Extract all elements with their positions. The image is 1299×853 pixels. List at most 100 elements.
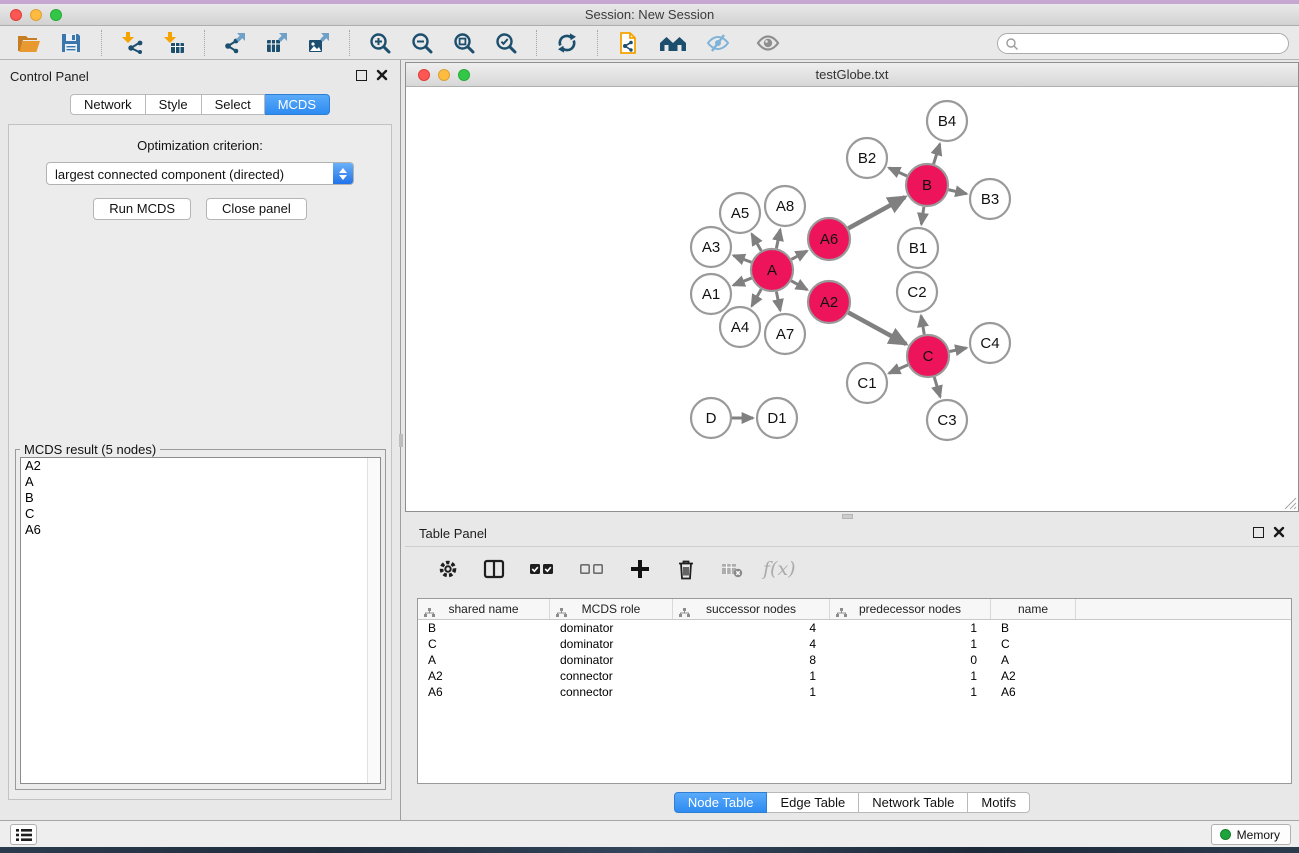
graph-edge-A6-B[interactable] <box>848 197 905 228</box>
graph-node-B1[interactable]: B1 <box>898 228 938 268</box>
graph-node-A2[interactable]: A2 <box>808 281 850 323</box>
hide-graphics-details-icon[interactable] <box>703 29 733 57</box>
graph-edge-C-C1[interactable] <box>889 365 908 373</box>
add-column-icon[interactable] <box>625 555 655 583</box>
unselect-all-icon[interactable] <box>575 555 609 583</box>
table-row[interactable]: Adominator80A <box>418 652 1291 668</box>
graph-edge-A2-C[interactable] <box>848 313 906 344</box>
zoom-selected-icon[interactable] <box>491 29 521 57</box>
graph-node-B3[interactable]: B3 <box>970 179 1010 219</box>
criterion-dropdown[interactable]: largest connected component (directed) <box>46 162 354 185</box>
graph-node-B2[interactable]: B2 <box>847 138 887 178</box>
network-graph[interactable]: AA1A2A3A4A5A6A7A8BB1B2B3B4CC1C2C3C4DD1 <box>406 88 1298 511</box>
graph-node-A[interactable]: A <box>751 249 793 291</box>
result-scrollbar[interactable] <box>367 458 380 783</box>
graph-edge-A-A3[interactable] <box>733 255 751 262</box>
graph-edge-B-B3[interactable] <box>948 190 966 194</box>
close-table-panel-icon[interactable] <box>1273 526 1285 538</box>
save-session-icon[interactable] <box>56 29 86 57</box>
graph-node-D[interactable]: D <box>691 398 731 438</box>
close-panel-button[interactable]: Close panel <box>206 198 307 220</box>
graph-node-A5[interactable]: A5 <box>720 193 760 233</box>
mcds-result-item[interactable]: A6 <box>21 522 380 538</box>
function-builder-icon[interactable]: f(x) <box>763 558 796 580</box>
column-header-name[interactable]: name <box>991 599 1076 619</box>
graph-edge-A-A5[interactable] <box>752 234 761 251</box>
mcds-result-item[interactable]: C <box>21 506 380 522</box>
search-input[interactable] <box>1023 36 1288 52</box>
table-row[interactable]: A2connector11A2 <box>418 668 1291 684</box>
graph-edge-A-A2[interactable] <box>791 281 807 290</box>
mcds-result-item[interactable]: A2 <box>21 458 380 474</box>
horizontal-divider-handle[interactable] <box>842 514 853 519</box>
export-image-icon[interactable] <box>304 29 334 57</box>
refresh-icon[interactable] <box>552 29 582 57</box>
node-table[interactable]: shared nameMCDS rolesuccessor nodesprede… <box>417 598 1292 784</box>
resize-grip-icon[interactable] <box>1284 497 1297 510</box>
delete-table-icon[interactable] <box>717 555 747 583</box>
export-network-icon[interactable] <box>220 29 250 57</box>
import-network-icon[interactable] <box>117 29 147 57</box>
table-tab-motifs[interactable]: Motifs <box>968 792 1030 813</box>
vertical-divider-handle[interactable] <box>399 434 403 447</box>
zoom-out-icon[interactable] <box>407 29 437 57</box>
graph-edge-A-A1[interactable] <box>733 278 751 285</box>
table-tab-node-table[interactable]: Node Table <box>674 792 768 813</box>
table-tab-edge-table[interactable]: Edge Table <box>767 792 859 813</box>
graph-edge-A-A7[interactable] <box>776 292 780 311</box>
settings-gear-icon[interactable] <box>433 555 463 583</box>
tab-mcds[interactable]: MCDS <box>265 94 330 115</box>
search-box[interactable] <box>997 33 1289 54</box>
graph-node-C1[interactable]: C1 <box>847 363 887 403</box>
graph-node-C2[interactable]: C2 <box>897 272 937 312</box>
graph-node-D1[interactable]: D1 <box>757 398 797 438</box>
float-panel-icon[interactable] <box>356 70 367 81</box>
graph-node-C[interactable]: C <box>907 335 949 377</box>
column-header-MCDS-role[interactable]: MCDS role <box>550 599 673 619</box>
zoom-fit-icon[interactable] <box>449 29 479 57</box>
graph-edge-C-C2[interactable] <box>921 316 924 335</box>
mcds-result-item[interactable]: A <box>21 474 380 490</box>
tab-style[interactable]: Style <box>146 94 202 115</box>
tab-select[interactable]: Select <box>202 94 265 115</box>
delete-columns-icon[interactable] <box>671 555 701 583</box>
table-row[interactable]: Bdominator41B <box>418 620 1291 636</box>
mcds-result-item[interactable]: B <box>21 490 380 506</box>
graph-edge-B-B1[interactable] <box>921 207 923 224</box>
show-columns-icon[interactable] <box>479 555 509 583</box>
graph-node-A3[interactable]: A3 <box>691 227 731 267</box>
table-row[interactable]: Cdominator41C <box>418 636 1291 652</box>
graph-node-B4[interactable]: B4 <box>927 101 967 141</box>
network-window-titlebar[interactable]: testGlobe.txt <box>406 63 1298 87</box>
column-header-predecessor-nodes[interactable]: predecessor nodes <box>830 599 991 619</box>
export-table-icon[interactable] <box>262 29 292 57</box>
column-header-shared-name[interactable]: shared name <box>418 599 550 619</box>
graph-edge-C-C3[interactable] <box>934 377 940 397</box>
zoom-in-icon[interactable] <box>365 29 395 57</box>
graph-edge-A-A4[interactable] <box>752 289 761 306</box>
clone-network-icon[interactable] <box>613 29 643 57</box>
task-history-button[interactable] <box>10 824 37 845</box>
graph-node-A8[interactable]: A8 <box>765 186 805 226</box>
import-table-icon[interactable] <box>159 29 189 57</box>
table-tab-network-table[interactable]: Network Table <box>859 792 968 813</box>
graph-edge-B-B4[interactable] <box>934 144 940 164</box>
memory-button[interactable]: Memory <box>1211 824 1291 845</box>
network-canvas[interactable]: AA1A2A3A4A5A6A7A8BB1B2B3B4CC1C2C3C4DD1 <box>406 88 1298 511</box>
graph-edge-C-C4[interactable] <box>950 348 967 352</box>
graph-node-A4[interactable]: A4 <box>720 307 760 347</box>
graph-node-A1[interactable]: A1 <box>691 274 731 314</box>
graph-node-A6[interactable]: A6 <box>808 218 850 260</box>
mcds-result-list[interactable]: A2ABCA6 <box>20 457 381 784</box>
graph-edge-A-A6[interactable] <box>791 251 807 260</box>
open-session-icon[interactable] <box>14 29 44 57</box>
table-row[interactable]: A6connector11A6 <box>418 684 1291 700</box>
float-table-panel-icon[interactable] <box>1253 527 1264 538</box>
select-all-icon[interactable] <box>525 555 559 583</box>
graph-node-B[interactable]: B <box>906 164 948 206</box>
graph-edge-B-B2[interactable] <box>889 168 907 176</box>
run-mcds-button[interactable]: Run MCDS <box>93 198 191 220</box>
column-header-successor-nodes[interactable]: successor nodes <box>673 599 830 619</box>
graph-node-A7[interactable]: A7 <box>765 314 805 354</box>
show-graphics-details-icon[interactable] <box>753 29 783 57</box>
